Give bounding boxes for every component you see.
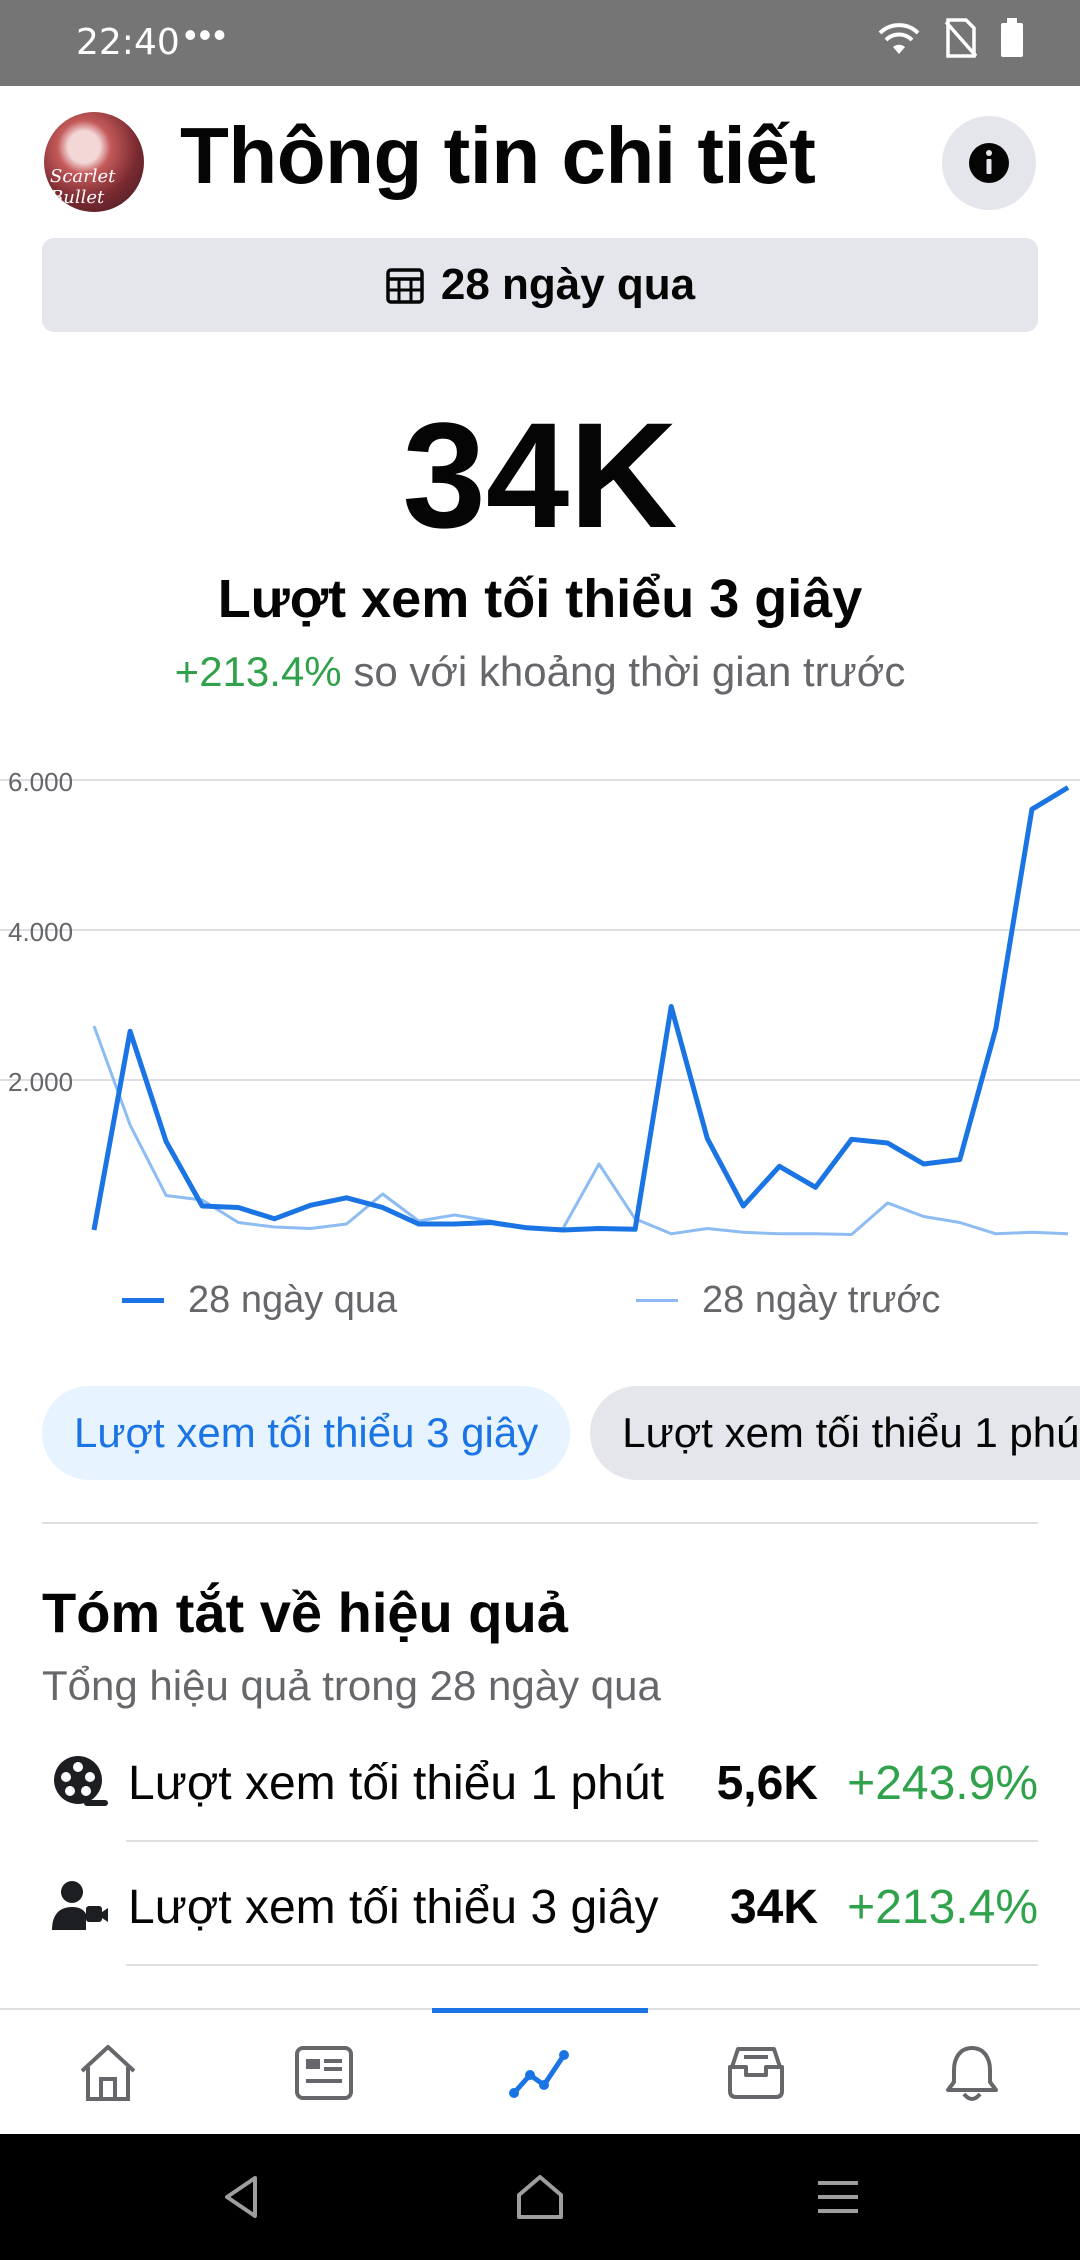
y-tick-label: 6.000 bbox=[8, 767, 73, 797]
y-tick-label: 4.000 bbox=[8, 917, 73, 947]
performance-title: Tóm tắt về hiệu quả bbox=[42, 1581, 568, 1644]
back-triangle-icon bbox=[225, 2176, 257, 2218]
row-change: +243.9% bbox=[847, 1757, 1038, 1810]
no-sim-icon bbox=[944, 18, 978, 58]
person-video-icon bbox=[52, 1881, 108, 1930]
insights-graph-icon bbox=[509, 2050, 569, 2098]
legend-previous-swatch bbox=[636, 1298, 678, 1302]
chart-canvas: 6.000 4.000 2.000 bbox=[0, 767, 1080, 1236]
bell-icon bbox=[946, 2046, 998, 2101]
nav-home-button[interactable] bbox=[505, 2162, 575, 2232]
row-label: Lượt xem tối thiểu 1 phút bbox=[128, 1757, 664, 1810]
page-header: Scarlet Bullet Thông tin chi tiết bbox=[0, 86, 1080, 236]
nav-menu-button[interactable] bbox=[803, 2162, 873, 2232]
chip-3s-views[interactable]: Lượt xem tối thiểu 3 giây bbox=[42, 1386, 571, 1480]
row-value: 5,6K bbox=[716, 1757, 818, 1810]
tab-content[interactable] bbox=[216, 2010, 432, 2136]
performance-row-3s[interactable]: Lượt xem tối thiểu 3 giây 34K +213.4% bbox=[42, 1846, 1038, 1966]
status-dots: ••• bbox=[184, 14, 228, 55]
menu-lines-icon bbox=[818, 2181, 858, 2213]
nav-back-button[interactable] bbox=[206, 2162, 276, 2232]
legend-current-label: 28 ngày qua bbox=[188, 1278, 398, 1321]
row-separator bbox=[126, 1840, 1038, 1842]
avatar-text: Scarlet Bullet bbox=[50, 166, 116, 208]
calendar-icon bbox=[386, 268, 424, 304]
tab-notifications[interactable] bbox=[864, 2010, 1080, 2136]
comparison-text: +213.4% so với khoảng thời gian trước bbox=[0, 648, 1080, 696]
comparison-suffix: so với khoảng thời gian trước bbox=[341, 648, 906, 695]
views-line-chart: 6.000 4.000 2.000 bbox=[0, 740, 1080, 1300]
row-label: Lượt xem tối thiểu 3 giây bbox=[128, 1881, 659, 1934]
change-percent: +213.4% bbox=[174, 648, 342, 695]
date-range-label: 28 ngày qua bbox=[440, 260, 696, 309]
performance-subtitle: Tổng hiệu quả trong 28 ngày qua bbox=[42, 1662, 661, 1709]
status-time: 22:40 bbox=[76, 22, 180, 63]
total-views-number: 34K bbox=[402, 391, 678, 559]
tab-insights[interactable] bbox=[432, 2010, 648, 2136]
legend-current: 28 ngày qua bbox=[122, 1272, 397, 1328]
film-reel-icon bbox=[54, 1756, 108, 1806]
metric-title: Lượt xem tối thiểu 3 giây bbox=[217, 569, 863, 629]
chip-1min-views[interactable]: Lượt xem tối thiểu 1 phút bbox=[590, 1386, 1080, 1480]
row-change: +213.4% bbox=[847, 1881, 1038, 1934]
row-value: 34K bbox=[729, 1881, 818, 1934]
battery-icon bbox=[1001, 18, 1023, 57]
date-range-button[interactable]: 28 ngày qua bbox=[42, 238, 1038, 332]
bottom-tab-bar bbox=[0, 2008, 1080, 2134]
info-icon bbox=[969, 143, 1009, 183]
status-icons bbox=[876, 18, 1024, 58]
page-title: Thông tin chi tiết bbox=[180, 111, 816, 200]
system-nav-bar bbox=[0, 2134, 1080, 2260]
tab-home[interactable] bbox=[0, 2010, 216, 2136]
info-button[interactable] bbox=[942, 116, 1036, 210]
legend-previous: 28 ngày trước bbox=[636, 1272, 940, 1328]
wifi-icon bbox=[878, 23, 920, 54]
home-icon bbox=[80, 2045, 136, 2101]
section-divider bbox=[42, 1522, 1038, 1524]
performance-row-1min[interactable]: Lượt xem tối thiểu 1 phút 5,6K +243.9% bbox=[42, 1722, 1038, 1842]
legend-previous-label: 28 ngày trước bbox=[702, 1278, 941, 1321]
tab-inbox[interactable] bbox=[648, 2010, 864, 2136]
series-line-previous bbox=[92, 1025, 1069, 1236]
inbox-tray-icon bbox=[728, 2047, 784, 2099]
series-line-current bbox=[91, 785, 1070, 1233]
row-separator bbox=[126, 1964, 1038, 1966]
avatar[interactable]: Scarlet Bullet bbox=[44, 112, 144, 212]
home-outline-icon bbox=[517, 2175, 563, 2219]
y-tick-label: 2.000 bbox=[8, 1067, 73, 1097]
status-bar: 22:40 ••• bbox=[0, 0, 1080, 86]
legend-current-swatch bbox=[122, 1297, 164, 1303]
content-card-icon bbox=[295, 2046, 353, 2100]
metric-chips: Lượt xem tối thiểu 3 giây Lượt xem tối th… bbox=[42, 1386, 1080, 1482]
